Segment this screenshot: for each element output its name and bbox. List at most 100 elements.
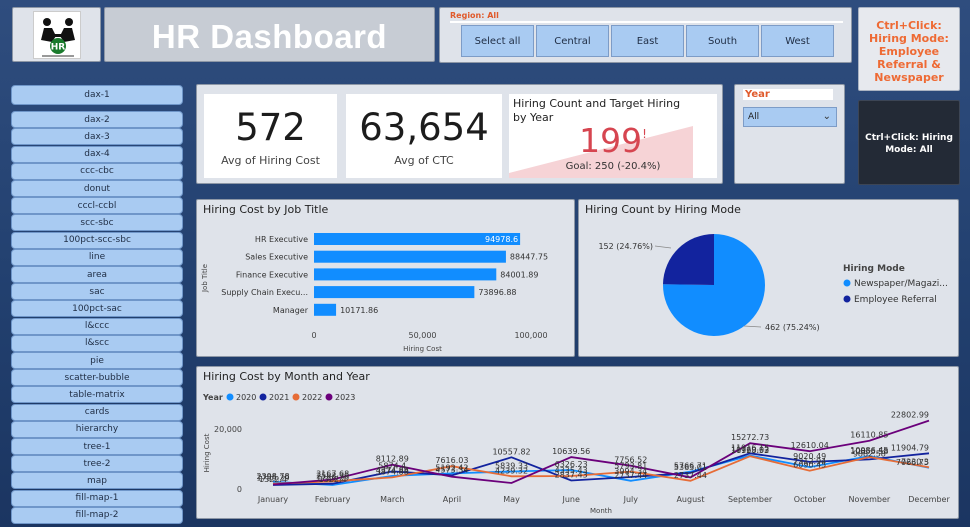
avg-ctc-value: 63,654 bbox=[359, 106, 489, 149]
line-legend-item[interactable]: 2021 bbox=[269, 393, 289, 402]
line-x-tick-label: November bbox=[849, 495, 891, 504]
line-data-label: 6090.45 bbox=[793, 461, 826, 470]
line-data-label: 4335.43 bbox=[555, 466, 588, 475]
pie-legend-marker bbox=[843, 295, 851, 303]
sidebar-item-l-scc[interactable]: l&scc bbox=[11, 334, 183, 352]
line-y-axis-label: Hiring Cost bbox=[203, 433, 211, 472]
year-slicer-label: Year bbox=[743, 89, 833, 100]
sidebar-item-100pct-scc-sbc[interactable]: 100pct-scc-sbc bbox=[11, 231, 183, 249]
pie-slice[interactable] bbox=[663, 234, 714, 285]
sidebar-item-100pct-sac[interactable]: 100pct-sac bbox=[11, 300, 183, 318]
line-data-label: 7616.03 bbox=[435, 456, 468, 465]
line-legend-item[interactable]: 2020 bbox=[236, 393, 256, 402]
line-data-label: 16110.85 bbox=[850, 431, 888, 440]
svg-text:HR: HR bbox=[51, 43, 66, 53]
year-dropdown[interactable]: All ⌄ bbox=[743, 107, 837, 127]
sidebar-item-tree-1[interactable]: tree-1 bbox=[11, 438, 183, 455]
pie-leader-line bbox=[654, 245, 672, 249]
pie-leader-line bbox=[743, 325, 762, 328]
line-data-label: 8112.89 bbox=[376, 455, 409, 464]
region-central-button[interactable]: Central bbox=[536, 25, 609, 57]
avg-ctc-label: Avg of CTC bbox=[394, 154, 454, 167]
sidebar-item-fill-map-2[interactable]: fill-map-2 bbox=[11, 506, 183, 524]
target-kpi-value: 199! bbox=[579, 121, 647, 160]
region-east-button[interactable]: East bbox=[611, 25, 684, 57]
hiring-cost-by-job-title-chart: Hiring Cost by Job Title Job Title HR Exe… bbox=[196, 199, 575, 357]
bar[interactable] bbox=[314, 303, 337, 316]
line-legend-marker bbox=[259, 393, 267, 401]
sidebar-item-table-matrix[interactable]: table-matrix bbox=[11, 386, 183, 404]
region-west-button[interactable]: West bbox=[761, 25, 834, 57]
line-data-label: 15272.73 bbox=[731, 433, 769, 442]
line-legend-marker bbox=[292, 393, 300, 401]
line-data-label: 2737.44 bbox=[674, 471, 707, 480]
line-data-label: 22802.99 bbox=[891, 411, 929, 420]
hiring-mode-tip-button[interactable]: Ctrl+Click: Hiring Mode: Employee Referr… bbox=[858, 7, 960, 91]
region-select-all-button[interactable]: Select all bbox=[461, 25, 534, 57]
sidebar-item-dax-3[interactable]: dax-3 bbox=[11, 128, 183, 146]
line-data-label: 3874.88 bbox=[376, 467, 409, 476]
bar-x-tick-label: 100,000 bbox=[514, 331, 547, 340]
line-data-label: 10928.52 bbox=[731, 446, 769, 455]
bar-x-tick-label: 0 bbox=[311, 331, 316, 340]
hiring-count-by-mode-chart: Hiring Count by Hiring Mode 462 (75.24%)… bbox=[578, 199, 959, 357]
bar-data-label: 10171.86 bbox=[340, 306, 378, 315]
company-logo: HR bbox=[33, 11, 81, 59]
sidebar-item-scatter-bubble[interactable]: scatter-bubble bbox=[11, 369, 183, 387]
pie-legend-marker bbox=[843, 279, 851, 287]
sidebar-nav: dax-1 dax-2 dax-3 dax-4 ccc-cbc donut cccl-ccb… bbox=[11, 85, 183, 525]
line-x-tick-label: August bbox=[676, 495, 704, 504]
bar-x-tick-label: 50,000 bbox=[409, 331, 437, 340]
avg-ctc-card: 63,654 Avg of CTC bbox=[346, 94, 502, 178]
pie-legend-item[interactable]: Newspaper/Magazi... bbox=[854, 279, 948, 289]
sidebar-item-scc-sbc[interactable]: scc-sbc bbox=[11, 214, 183, 232]
year-slicer: Year All ⌄ bbox=[734, 84, 845, 184]
line-data-label: 3167.68 bbox=[316, 469, 349, 478]
bar-category-label: Manager bbox=[273, 306, 309, 315]
line-legend-item[interactable]: 2022 bbox=[302, 393, 322, 402]
line-data-label: 7230.3 bbox=[901, 457, 929, 466]
line-x-tick-label: July bbox=[623, 495, 639, 504]
line-legend-marker bbox=[226, 393, 234, 401]
page-title: HR Dashboard bbox=[151, 18, 388, 55]
sidebar-item-donut[interactable]: donut bbox=[11, 180, 183, 197]
bar[interactable] bbox=[314, 250, 506, 263]
line-x-tick-label: October bbox=[794, 495, 827, 504]
sidebar-item-dax-1[interactable]: dax-1 bbox=[11, 85, 183, 105]
sidebar-item-line[interactable]: line bbox=[11, 248, 183, 266]
line-legend-item[interactable]: 2023 bbox=[335, 393, 355, 402]
sidebar-item-pie[interactable]: pie bbox=[11, 352, 183, 369]
pie-chart-svg: 462 (75.24%) 152 (24.76%) Hiring Mode Newsp… bbox=[598, 234, 948, 336]
sidebar-item-area[interactable]: area bbox=[11, 266, 183, 283]
sidebar-item-ccc-cbc[interactable]: ccc-cbc bbox=[11, 162, 183, 180]
all-mode-tip-button[interactable]: Ctrl+Click: Hiring Mode: All bbox=[858, 100, 960, 185]
sidebar-item-hierarchy[interactable]: hierarchy bbox=[11, 420, 183, 438]
pie-legend-item[interactable]: Employee Referral bbox=[854, 295, 937, 305]
target-warning-marker: ! bbox=[642, 127, 647, 141]
line-data-label: 10557.82 bbox=[492, 447, 530, 456]
chevron-down-icon: ⌄ bbox=[822, 111, 831, 122]
bar[interactable] bbox=[314, 268, 497, 281]
region-south-button[interactable]: South bbox=[686, 25, 759, 57]
sidebar-item-cccl-ccbl[interactable]: cccl-ccbl bbox=[11, 197, 183, 215]
bar-data-label: 84001.89 bbox=[500, 270, 538, 279]
bar-data-label: 88447.75 bbox=[510, 253, 548, 262]
sidebar-item-tree-2[interactable]: tree-2 bbox=[11, 455, 183, 473]
pie-legend-title: Hiring Mode bbox=[843, 264, 905, 274]
line-x-tick-label: January bbox=[257, 495, 289, 504]
sidebar-item-dax-2[interactable]: dax-2 bbox=[11, 111, 183, 129]
sidebar-item-fill-map-1[interactable]: fill-map-1 bbox=[11, 489, 183, 507]
logo-panel: HR bbox=[12, 7, 101, 62]
sidebar-item-map[interactable]: map bbox=[11, 472, 183, 490]
bar[interactable] bbox=[314, 286, 475, 299]
bar-category-label: Sales Executive bbox=[245, 253, 308, 262]
sidebar-item-cards[interactable]: cards bbox=[11, 403, 183, 421]
sidebar-item-dax-4[interactable]: dax-4 bbox=[11, 145, 183, 163]
line-data-label: 4573.34 bbox=[435, 465, 468, 474]
line-data-label: 9020.49 bbox=[793, 452, 826, 461]
sidebar-item-l-ccc[interactable]: l&ccc bbox=[11, 317, 183, 335]
bar-category-label: Finance Executive bbox=[236, 270, 308, 279]
target-kpi-goal: Goal: 250 (-20.4%) bbox=[565, 161, 661, 172]
sidebar-item-sac[interactable]: sac bbox=[11, 283, 183, 301]
bar-data-label: 73896.88 bbox=[478, 288, 516, 297]
